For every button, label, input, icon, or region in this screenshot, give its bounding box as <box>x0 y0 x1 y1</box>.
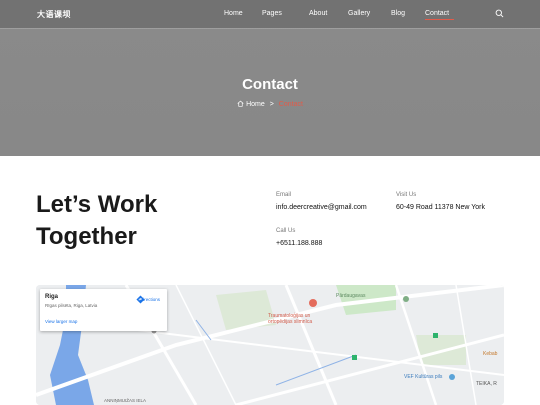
map-place-title: Riga <box>45 294 59 300</box>
nav-home[interactable]: Home <box>224 10 243 17</box>
home-icon <box>237 100 244 107</box>
nav-about[interactable]: About <box>309 10 327 17</box>
map-place-address: Rīgas pilsēta, Riga, Latvia <box>45 303 98 308</box>
contact-headline: Let’s Work Together <box>36 189 157 253</box>
visit-label: Visit Us <box>396 192 417 198</box>
headline-line-1: Let’s Work <box>36 191 158 218</box>
nav-gallery[interactable]: Gallery <box>348 10 370 17</box>
call-label: Call Us <box>276 228 296 234</box>
page-title: Contact <box>242 76 298 93</box>
breadcrumb-current: Contact <box>278 101 303 108</box>
directions-button[interactable]: Directions <box>136 295 164 304</box>
breadcrumb-home[interactable]: Home <box>246 101 265 108</box>
nav-blog[interactable]: Blog <box>391 10 405 17</box>
nav-pages[interactable]: Pages <box>262 10 282 17</box>
breadcrumb-separator: > <box>269 101 274 108</box>
nav-contact[interactable]: Contact <box>425 10 449 17</box>
park-label: Pārdaugavas <box>336 293 366 299</box>
email-value[interactable]: info.deercreative@gmail.com <box>276 204 367 211</box>
transit-marker-icon-2 <box>433 333 438 338</box>
vef-marker-icon[interactable] <box>449 374 455 380</box>
headline-line-2: Together <box>36 223 137 250</box>
kebab-label: Kebab <box>483 351 498 357</box>
view-larger-map-link[interactable]: View larger map <box>45 319 77 324</box>
page-hero: 大语课坝 Home Pages About Gallery Blog Conta… <box>0 0 540 156</box>
search-icon[interactable] <box>495 9 504 18</box>
nav-active-underline <box>425 19 454 20</box>
visit-value: 60-49 Road 11378 New York <box>396 204 485 211</box>
vef-label: VEF Kultūras pils <box>404 374 443 380</box>
transit-marker-icon <box>352 355 357 360</box>
site-logo[interactable]: 大语课坝 <box>37 9 71 20</box>
park-marker-icon[interactable] <box>403 296 409 302</box>
email-label: Email <box>276 192 292 198</box>
map-place-card: Riga Rīgas pilsēta, Riga, Latvia View la… <box>40 289 167 331</box>
directions-icon <box>136 295 145 304</box>
hospital-marker-icon[interactable] <box>309 299 317 307</box>
hospital-label: Traumatoloģijas un ortopēdijas slimnīca <box>268 313 313 325</box>
embedded-map[interactable]: Traumatoloģijas un ortopēdijas slimnīca … <box>36 285 504 405</box>
teika-label: TEIKA, R <box>476 381 497 387</box>
call-value[interactable]: +6511.188.888 <box>276 240 322 247</box>
street-label: ANNIŅMUIŽAS IELA <box>104 398 147 403</box>
breadcrumb: Home > Contact <box>0 100 540 108</box>
